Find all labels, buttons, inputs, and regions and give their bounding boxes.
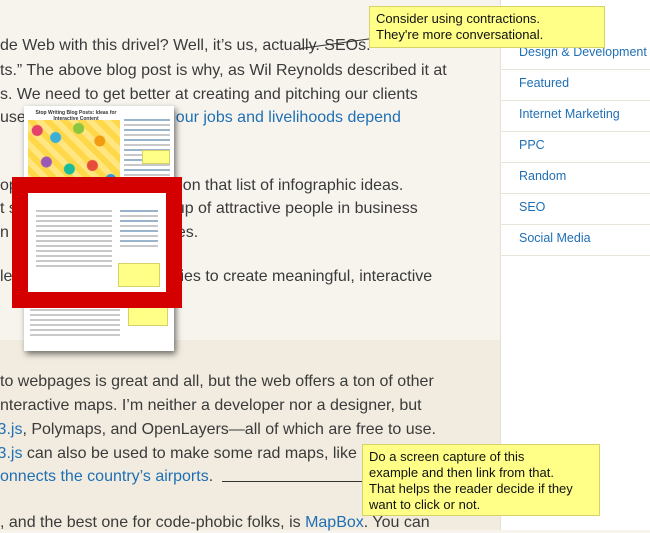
jobs-livelihoods-link[interactable]: our jobs and livelihoods depend [176, 109, 401, 126]
sidebar-item-social-media[interactable]: Social Media [501, 224, 650, 256]
sidebar-item-random[interactable]: Random [501, 162, 650, 194]
article-line: ts.” The above blog post is why, as Wil … [0, 62, 447, 79]
mapbox-link[interactable]: MapBox [305, 514, 364, 531]
sidebar-item-seo[interactable]: SEO [501, 193, 650, 225]
comment-note-contractions: Consider using contractions. They're mor… [369, 6, 605, 48]
article-line: D3.js can also be used to make some rad … [0, 444, 357, 464]
sidebar-item-featured[interactable]: Featured [501, 69, 650, 101]
article-line: to webpages is great and all, but the we… [0, 373, 434, 390]
article-line: s. We need to get better at creating and… [0, 86, 418, 103]
sidebar-item-internet-marketing[interactable]: Internet Marketing [501, 100, 650, 132]
article-line: , and the best one for code-phobic folks… [0, 514, 430, 531]
airports-link[interactable]: onnects the country’s airports [0, 468, 209, 485]
d3js-link[interactable]: D3.js [0, 421, 22, 438]
highlight-frame [12, 177, 182, 308]
comment-pointer-line [222, 481, 362, 482]
highlight-note [118, 263, 160, 287]
article-line: D3.js, Polymaps, and OpenLayers—all of w… [0, 420, 436, 440]
comment-note-screen-capture: Do a screen capture of this example and … [362, 444, 600, 516]
article-line: nteractive maps. I’m neither a developer… [0, 397, 422, 414]
thumbnail-sidebar [124, 116, 170, 179]
thumbnail-note [142, 150, 170, 164]
d3js-link-2[interactable]: D3.js [0, 445, 22, 462]
highlight-frame-content [28, 193, 166, 292]
article-line: onnects the country’s airports. [0, 468, 214, 485]
sidebar-item-ppc[interactable]: PPC [501, 131, 650, 163]
